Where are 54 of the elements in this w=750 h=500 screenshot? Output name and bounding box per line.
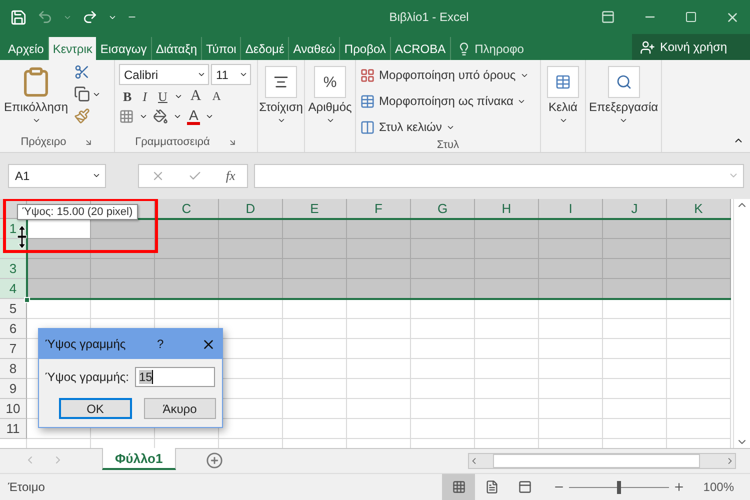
group-label: Γραμματοσειρά [135, 136, 210, 148]
row-header[interactable]: 6 [0, 319, 27, 339]
field-label: Ύψος γραμμής: [45, 370, 129, 384]
styles-menu-button[interactable]: Μορφοποίηση υπό όρους [360, 64, 529, 86]
ribbon-tab[interactable]: Κεντρικ [48, 37, 96, 60]
zoom-level: 100% [703, 480, 734, 494]
editing-button[interactable]: Επεξεργασία [588, 64, 658, 152]
column-header[interactable]: K [667, 199, 731, 219]
bold-button[interactable]: B [119, 88, 136, 104]
group-label: Στυλ [436, 139, 460, 151]
font-color-button[interactable]: A [187, 108, 200, 125]
insert-function-button[interactable]: fx [226, 168, 236, 184]
row-header[interactable]: 9 [0, 379, 27, 399]
sheet-tab[interactable]: Φύλλο1 [102, 448, 176, 470]
column-header[interactable]: C [155, 199, 219, 219]
italic-button[interactable]: I [138, 88, 152, 104]
name-box[interactable]: A1 [8, 164, 106, 188]
cancel-button[interactable]: Άκυρο [144, 398, 216, 419]
dialog-title: Ύψος γραμμής [45, 337, 127, 351]
row-header[interactable]: 8 [0, 359, 27, 379]
column-header[interactable]: G [411, 199, 475, 219]
column-header[interactable]: J [603, 199, 667, 219]
grow-font-button[interactable]: A [186, 88, 206, 105]
row-height-field[interactable]: 15 [135, 367, 215, 387]
underline-button[interactable]: U [154, 88, 172, 104]
help-button[interactable]: ? [157, 337, 197, 351]
shrink-font-button[interactable]: A [208, 89, 225, 104]
percent-icon: % [314, 66, 346, 98]
row-header[interactable]: 7 [0, 339, 27, 359]
row-header[interactable]: 10 [0, 399, 27, 419]
styles-menu-button[interactable]: Στυλ κελιών [360, 116, 529, 138]
ok-button[interactable]: OK [59, 398, 132, 419]
tell-me-field[interactable]: Πληροφο [474, 42, 524, 56]
column-header[interactable]: F [347, 199, 411, 219]
column-header[interactable]: E [283, 199, 347, 219]
column-header[interactable]: H [475, 199, 539, 219]
alignment-button[interactable]: Στοίχιση [259, 64, 303, 152]
row-header[interactable]: 4 [0, 279, 27, 299]
share-button[interactable]: Κοινή χρήση [632, 34, 750, 60]
styles-menu-button[interactable]: Μορφοποίηση ως πίνακα [360, 90, 529, 112]
row-height-tooltip: Ύψος: 15.00 (20 pixel) [17, 204, 138, 220]
group-label: Πρόχειρο [20, 136, 66, 148]
status-text: Έτοιμο [8, 480, 45, 494]
paste-button[interactable]: Επικόλληση [4, 64, 68, 132]
window-title: Βιβλίο1 - Excel [388, 10, 470, 24]
column-header[interactable]: D [219, 199, 283, 219]
font-size-dropdown[interactable]: 11 [211, 64, 251, 85]
column-header[interactable]: I [539, 199, 603, 219]
font-name-dropdown[interactable]: Calibri [119, 64, 209, 85]
row-header[interactable]: 5 [0, 299, 27, 319]
number-button[interactable]: % Αριθμός [308, 64, 352, 152]
row-header[interactable]: 3 [0, 259, 27, 279]
cells-button[interactable]: Κελιά [547, 64, 579, 152]
row-header[interactable]: 11 [0, 419, 27, 439]
